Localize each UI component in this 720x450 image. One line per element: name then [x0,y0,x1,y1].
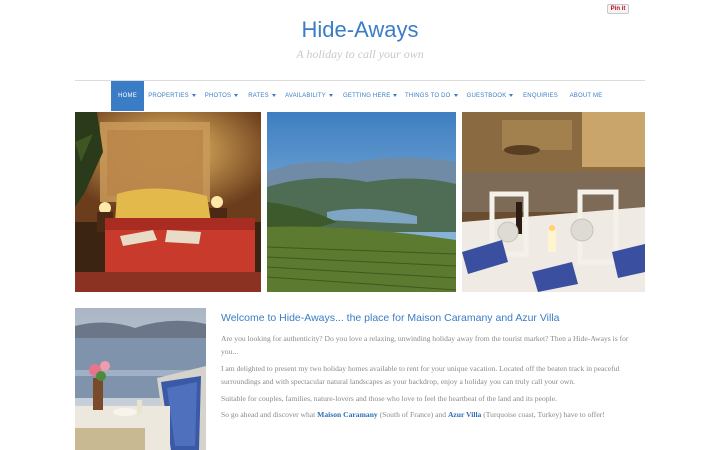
chevron-down-icon [234,93,239,97]
nav-item-rates[interactable]: RATES [248,81,276,111]
site-title[interactable]: Hide-Aways [0,17,720,43]
chevron-down-icon [509,93,514,97]
discover-paragraph: So go ahead and discover what Maison Car… [221,409,645,422]
nav-item-guestbook[interactable]: GUESTBOOK [466,81,514,111]
suitability-paragraph: Suitable for couples, families, nature-l… [221,394,557,403]
nav-item-label: THINGS TO DO [405,93,451,99]
nav-item-label: RATES [248,93,269,99]
nav-item-label: PHOTOS [204,93,232,99]
nav-item-getting-here[interactable]: GETTING HERE [343,81,398,111]
welcome-heading: Welcome to Hide-Aways... the place for M… [221,312,560,324]
discover-text: (Turquoise coast, Turkey) have to offer! [481,410,605,419]
azur-villa-link[interactable]: Azur Villa [448,410,481,419]
presentation-paragraph: I am delighted to present my two holiday… [221,364,620,386]
chevron-down-icon [453,93,458,97]
nav-item-label: GETTING HERE [343,93,391,99]
nav-item-about-me[interactable]: ABOUT ME [568,81,604,111]
site-tagline: A holiday to call your own [296,47,424,61]
chevron-down-icon [393,93,398,97]
nav-item-label: GUESTBOOK [466,93,507,99]
pinterest-button[interactable]: Pin it [607,4,629,14]
nav-item-label: HOME [118,93,137,99]
main-nav: HOME PROPERTIES PHOTOS RATES AVAILABILIT… [75,81,645,111]
nav-item-availability[interactable]: AVAILABILITY [285,81,333,111]
chevron-down-icon [271,93,276,97]
discover-text: (South of France) and [377,410,448,419]
nav-item-label: ABOUT ME [569,93,603,99]
nav-item-label: PROPERTIES [148,93,189,99]
nav-item-things-to-do[interactable]: THINGS TO DO [405,81,458,111]
nav-item-label: ENQUIRIES [523,93,558,99]
terrace-sea-view-photo[interactable] [75,308,206,450]
nav-item-enquiries[interactable]: ENQUIRIES [522,81,559,111]
nav-item-photos[interactable]: PHOTOS [204,81,239,111]
nav-item-properties[interactable]: PROPERTIES [147,81,197,111]
dining-table-photo[interactable] [462,112,645,292]
bedroom-photo[interactable] [75,112,261,292]
chevron-down-icon [328,93,333,97]
intro-paragraph: Are you looking for authenticity? Do you… [221,334,629,356]
vineyard-valley-photo[interactable] [267,112,456,292]
nav-item-label: AVAILABILITY [285,93,326,99]
nav-item-home[interactable]: HOME [111,81,144,111]
chevron-down-icon [191,93,196,97]
maison-caramany-link[interactable]: Maison Caramany [317,410,378,419]
discover-text: So go ahead and discover what [221,410,318,419]
